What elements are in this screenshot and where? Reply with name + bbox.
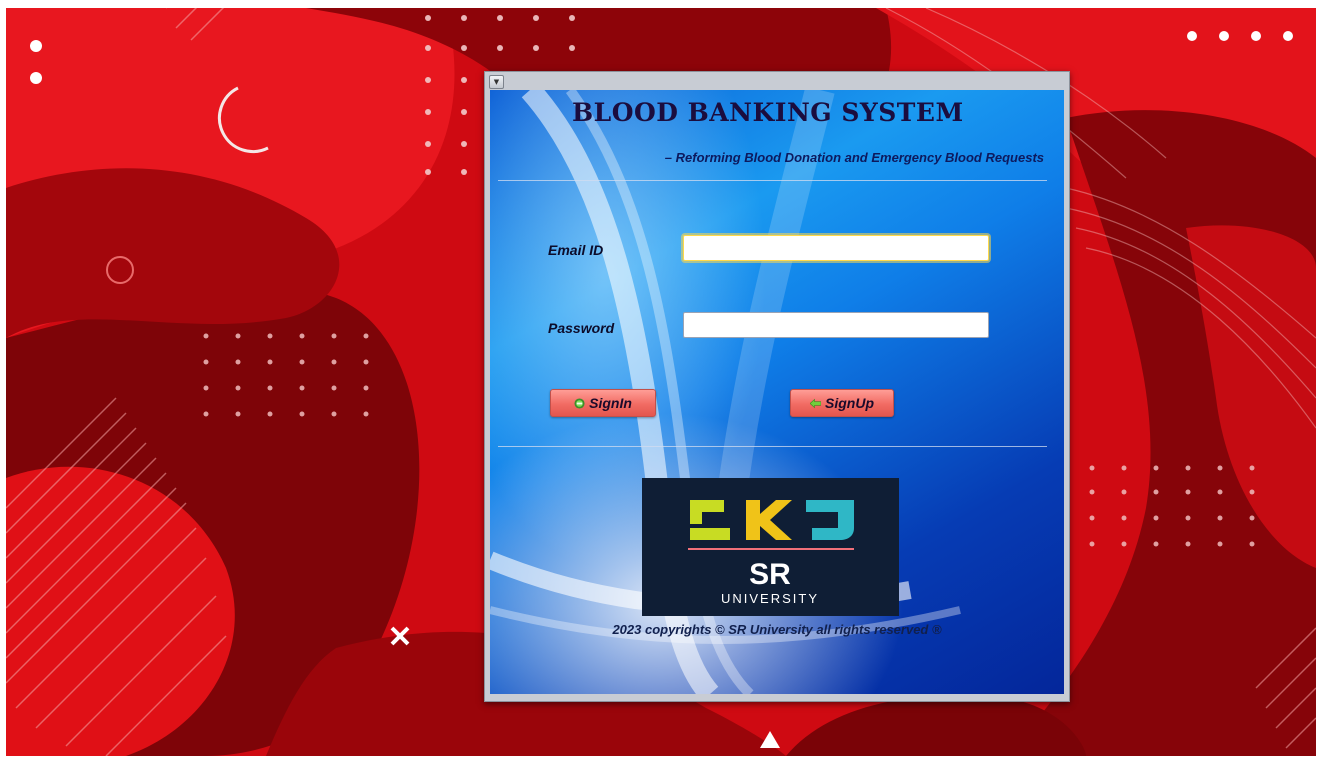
signin-label: SignIn [589, 395, 632, 411]
email-label: Email ID [548, 242, 604, 258]
desktop-background: ▼ BLOOD BANKING SYSTEM – Reforming Blood… [6, 8, 1316, 756]
divider-top [498, 180, 1047, 181]
signup-label: SignUp [825, 395, 874, 411]
login-window: ▼ BLOOD BANKING SYSTEM – Reforming Blood… [484, 71, 1070, 702]
password-label: Password [548, 320, 615, 336]
login-panel: BLOOD BANKING SYSTEM – Reforming Blood D… [490, 90, 1064, 694]
chevron-down-icon[interactable]: ▼ [489, 75, 504, 89]
logo-text: SR [749, 558, 791, 591]
circle-dot-icon [574, 397, 585, 409]
arrow-left-icon [810, 398, 821, 408]
email-field[interactable] [683, 235, 989, 261]
divider-bottom [498, 446, 1047, 447]
app-tagline: – Reforming Blood Donation and Emergency… [664, 150, 1044, 165]
signin-button[interactable]: SignIn [550, 389, 656, 417]
sr-university-logo: SR UNIVERSITY [642, 478, 899, 616]
logo-subtext: UNIVERSITY [721, 591, 819, 606]
password-field[interactable] [683, 312, 989, 338]
app-title: BLOOD BANKING SYSTEM [572, 98, 964, 127]
copyright-text: 2023 copyrights © SR University all righ… [612, 622, 942, 637]
signup-button[interactable]: SignUp [790, 389, 894, 417]
logo-image: SR UNIVERSITY [642, 478, 899, 616]
